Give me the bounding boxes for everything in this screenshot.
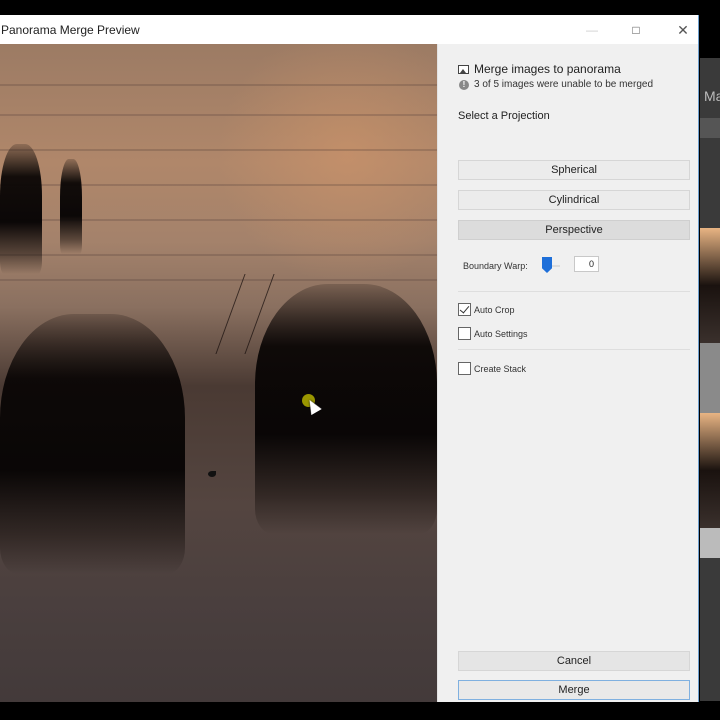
sunset-glow <box>217 44 437 284</box>
boundary-warp-slider[interactable] <box>542 257 552 273</box>
create-stack-label: Create Stack <box>474 363 527 374</box>
panel-header-text: Merge images to panorama <box>474 62 621 76</box>
divider <box>458 349 690 350</box>
panorama-preview-image <box>0 44 437 702</box>
warning-icon: ! <box>459 79 469 90</box>
panel-header: Merge images to panorama <box>458 62 621 76</box>
background-app-title: Ma <box>704 88 720 104</box>
spherical-button[interactable]: Spherical <box>458 160 690 180</box>
auto-crop-label: Auto Crop <box>474 304 515 315</box>
duck-silhouette <box>208 471 216 477</box>
panorama-merge-dialog: Panorama Merge Preview — □ ✕ Merge image… <box>0 15 699 702</box>
boundary-warp-label: Boundary Warp: <box>463 261 528 271</box>
projection-label: Select a Projection <box>458 110 550 122</box>
reed-cluster <box>255 284 437 534</box>
checkbox-checked-icon[interactable] <box>458 303 471 316</box>
background-thumbnail <box>700 413 720 528</box>
checkbox-icon[interactable] <box>458 327 471 340</box>
auto-settings-checkbox[interactable]: Auto Settings <box>458 327 528 340</box>
merge-button[interactable]: Merge <box>458 680 690 700</box>
auto-crop-checkbox[interactable]: Auto Crop <box>458 303 515 316</box>
background-app-window: Ma <box>700 58 720 701</box>
cylindrical-button[interactable]: Cylindrical <box>458 190 690 210</box>
auto-settings-label: Auto Settings <box>474 328 528 339</box>
checkbox-icon[interactable] <box>458 362 471 375</box>
background-thumbnail <box>700 228 720 343</box>
cancel-button[interactable]: Cancel <box>458 651 690 671</box>
background-app-strip <box>700 118 720 138</box>
merge-settings-panel: Merge images to panorama ! 3 of 5 images… <box>437 44 698 702</box>
maximize-button[interactable]: □ <box>624 20 648 40</box>
divider <box>458 291 690 292</box>
close-button[interactable]: ✕ <box>671 20 695 40</box>
boundary-warp-value[interactable]: 0 <box>574 256 599 272</box>
reed-cluster <box>60 159 82 254</box>
minimize-button[interactable]: — <box>580 20 604 40</box>
background-app-panel <box>700 343 720 413</box>
merge-warning-text: 3 of 5 images were unable to be merged <box>474 79 653 90</box>
reed-cluster <box>0 144 42 274</box>
background-app-panel <box>700 528 720 558</box>
create-stack-checkbox[interactable]: Create Stack <box>458 362 526 375</box>
title-bar[interactable]: Panorama Merge Preview — □ ✕ <box>0 15 698 44</box>
image-icon <box>458 64 469 74</box>
merge-warning: ! 3 of 5 images were unable to be merged <box>459 79 653 90</box>
perspective-button[interactable]: Perspective <box>458 220 690 240</box>
reed-cluster <box>0 314 185 574</box>
window-title: Panorama Merge Preview <box>1 23 140 37</box>
